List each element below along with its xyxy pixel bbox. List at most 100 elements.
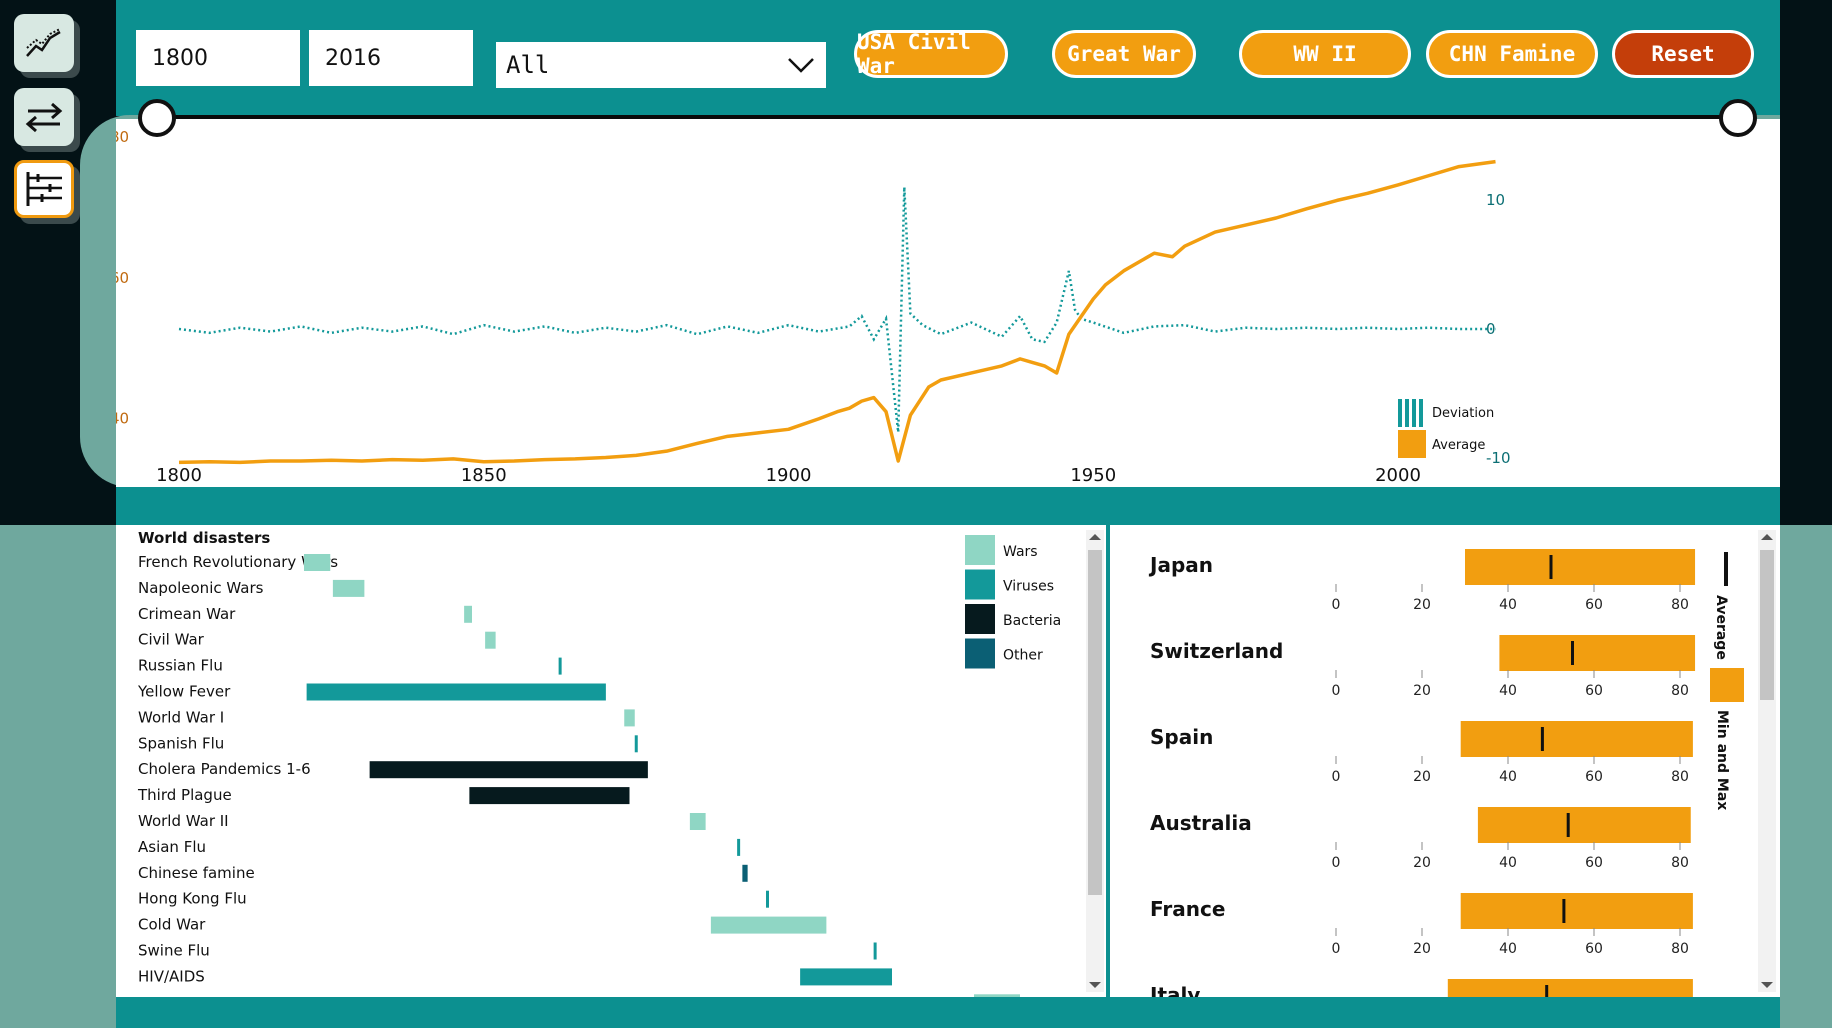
average-marker — [1549, 555, 1553, 579]
sidebar-item-line-chart[interactable] — [14, 14, 74, 72]
right-margin — [1780, 0, 1832, 525]
scroll-thumb[interactable] — [1760, 550, 1774, 700]
legend-swatch-deviation — [1398, 399, 1402, 427]
disasters-scrollbar[interactable] — [1086, 530, 1104, 992]
year-range-end-handle[interactable] — [1719, 99, 1757, 137]
scroll-thumb[interactable] — [1088, 550, 1102, 895]
ww-ii-button[interactable]: WW II — [1239, 30, 1411, 78]
x-tick-label: 0 — [1332, 683, 1341, 699]
start-year-input[interactable]: 1800 — [136, 30, 300, 86]
x-tick-label: 60 — [1585, 855, 1603, 871]
sidebar-item-filters[interactable] — [14, 160, 74, 218]
disaster-bar — [766, 890, 769, 908]
disaster-bar — [558, 657, 562, 675]
x-tick-label: 1950 — [1070, 465, 1116, 486]
disasters-panel: World disasters French Revolutionary Wars… — [116, 525, 1106, 1012]
x-tick-label: 0 — [1332, 597, 1341, 613]
disaster-label: Spanish Flu — [138, 734, 224, 752]
country-label: Italy — [1150, 983, 1200, 997]
x-tick-label: 20 — [1413, 855, 1431, 871]
swap-arrows-icon — [25, 102, 63, 133]
y-right-tick-label: -10 — [1486, 449, 1511, 467]
x-tick-label: 60 — [1585, 683, 1603, 699]
disaster-label: Russian Flu — [138, 657, 223, 675]
scroll-down-arrow[interactable] — [1089, 982, 1101, 988]
disaster-label: Civil War — [138, 631, 205, 649]
life-expectancy-chart: 806040100-1018001850190019502000Deviatio… — [110, 119, 1780, 487]
disaster-bar — [710, 916, 827, 934]
disaster-label: Asian Flu — [138, 838, 206, 856]
disaster-bar — [464, 605, 472, 623]
disaster-label: HIV/AIDS — [138, 967, 205, 985]
x-tick-label: 20 — [1413, 597, 1431, 613]
x-tick-label: 1850 — [461, 465, 507, 486]
disaster-bar — [624, 709, 635, 727]
y-left-tick-label: 60 — [116, 269, 129, 287]
disaster-bar — [304, 554, 331, 571]
legend-swatch-average — [1724, 552, 1728, 586]
disaster-label: Chinese famine — [138, 864, 255, 882]
x-tick-label: 80 — [1671, 855, 1689, 871]
disaster-bar — [485, 631, 496, 649]
disaster-label: Yellow Fever — [137, 683, 231, 701]
disaster-label: Cholera Pandemics 1-6 — [138, 760, 311, 778]
legend-label-bacteria: Bacteria — [1003, 613, 1061, 629]
disaster-bar — [873, 942, 877, 960]
average-marker — [1562, 899, 1566, 923]
x-tick-label: 1900 — [766, 465, 812, 486]
x-tick-label: 80 — [1671, 597, 1689, 613]
country-scrollbar[interactable] — [1758, 530, 1776, 992]
x-tick-label: 80 — [1671, 941, 1689, 957]
sidebar-item-compare[interactable] — [14, 88, 74, 146]
disaster-label: Hong Kong Flu — [138, 890, 247, 908]
x-tick-label: 60 — [1585, 941, 1603, 957]
x-tick-label: 0 — [1332, 769, 1341, 785]
scroll-up-arrow[interactable] — [1761, 534, 1773, 540]
line-chart-svg: 806040100-1018001850190019502000Deviatio… — [110, 128, 1511, 486]
min-max-bar — [1460, 893, 1693, 929]
region-dropdown[interactable]: All — [496, 42, 826, 88]
bottom-band — [116, 997, 1780, 1028]
scroll-up-arrow[interactable] — [1089, 534, 1101, 540]
year-range-start-handle[interactable] — [138, 99, 176, 137]
min-max-bar — [1447, 979, 1693, 997]
legend-swatch-min-max — [1710, 668, 1744, 702]
disaster-bar — [800, 968, 892, 986]
x-tick-label: 40 — [1499, 769, 1517, 785]
legend-label-min-max: Min and Max — [1714, 710, 1730, 810]
x-tick-label: 40 — [1499, 941, 1517, 957]
reset-button[interactable]: Reset — [1612, 30, 1754, 78]
line-chart-legend: Deviation Average — [1398, 399, 1494, 458]
scroll-down-arrow[interactable] — [1761, 982, 1773, 988]
x-tick-label: 80 — [1671, 683, 1689, 699]
country-label: France — [1150, 897, 1225, 921]
legend-swatch-deviation — [1412, 399, 1416, 427]
chart-divider — [116, 487, 1780, 525]
great-war-button[interactable]: Great War — [1052, 30, 1196, 78]
year-range-track[interactable] — [155, 115, 1740, 119]
average-marker — [1571, 641, 1574, 665]
x-tick-label: 60 — [1585, 769, 1603, 785]
y-right-tick-label: 10 — [1486, 191, 1505, 209]
sliders-icon — [26, 172, 62, 206]
x-tick-label: 0 — [1332, 941, 1341, 957]
country-label: Switzerland — [1150, 639, 1283, 663]
disaster-label: Napoleonic Wars — [138, 579, 264, 597]
filter-bar: 1800 2016 All USA Civil War Great War WW… — [116, 0, 1780, 116]
country-range-panel: Japan 0 20 40 60 80 Switzerland 0 20 40 60 80 Spain 0… — [1110, 525, 1780, 997]
end-year-input[interactable]: 2016 — [309, 30, 473, 86]
country-label: Spain — [1150, 725, 1213, 749]
disaster-bar — [737, 838, 741, 856]
legend-label-other: Other — [1003, 648, 1043, 664]
x-tick-label: 20 — [1413, 941, 1431, 957]
x-tick-label: 40 — [1499, 683, 1517, 699]
usa-civil-war-button[interactable]: USA Civil War — [854, 30, 1008, 78]
chn-famine-button[interactable]: CHN Famine — [1426, 30, 1598, 78]
x-tick-label: 0 — [1332, 855, 1341, 871]
x-tick-label: 1800 — [156, 465, 202, 486]
disaster-label: Third Plague — [137, 786, 232, 804]
min-max-bar — [1460, 721, 1693, 757]
legend-label-average: Average — [1432, 438, 1485, 453]
disaster-bar — [332, 579, 365, 597]
average-marker — [1540, 727, 1544, 751]
